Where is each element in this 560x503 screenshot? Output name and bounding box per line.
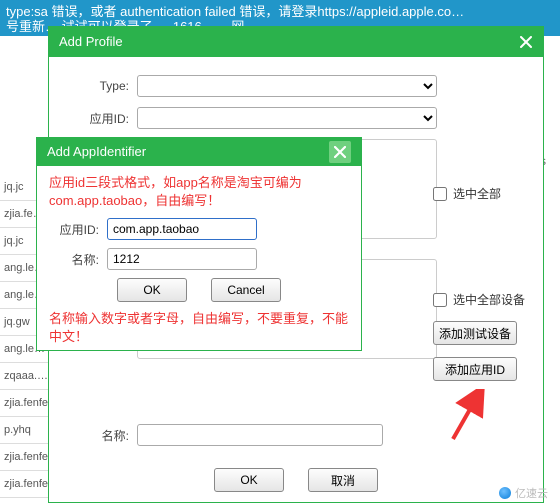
appid-name-label: 名称: [49, 251, 99, 268]
appid-buttons: OK Cancel [49, 278, 349, 302]
watermark-logo-icon [499, 487, 511, 499]
name-input[interactable] [137, 424, 383, 446]
appid-titlebar[interactable]: Add AppIdentifier [37, 138, 361, 166]
profile-ok-button[interactable]: OK [214, 468, 284, 492]
select-all-label: 选中全部 [453, 185, 501, 202]
select-all-dev-label: 选中全部设备 [453, 291, 525, 308]
profile-cancel-button[interactable]: 取消 [308, 468, 378, 492]
add-profile-titlebar[interactable]: Add Profile [49, 27, 543, 57]
type-select[interactable] [137, 75, 437, 97]
select-all-row[interactable]: 选中全部 [433, 185, 501, 202]
name-label: 名称: [69, 427, 129, 444]
annotation-arrow-icon [447, 389, 485, 441]
appid-name-input[interactable] [107, 248, 257, 270]
watermark: 亿速云 [499, 485, 548, 501]
select-all-dev-checkbox[interactable] [433, 293, 447, 307]
appid-cancel-button[interactable]: Cancel [211, 278, 281, 302]
appid-select[interactable] [137, 107, 437, 129]
profile-bottom-buttons: OK 取消 [49, 468, 543, 492]
appid-dialog-title: Add AppIdentifier [47, 138, 146, 166]
select-all-dev-row[interactable]: 选中全部设备 [433, 291, 525, 308]
appid-hint-top: 应用id三段式格式，如app名称是淘宝可编为com.app.taobao，自由编… [49, 174, 349, 210]
appid-label: 应用ID: [69, 110, 129, 127]
appid-input[interactable] [107, 218, 257, 240]
banner-line1: type:sa 错误，或者 authentication failed 错误，请… [6, 4, 554, 19]
add-appid-button[interactable]: 添加应用ID [433, 357, 517, 381]
appid-hint-bottom: 名称输入数字或者字母，自由编写，不要重复，不能中文！ [49, 310, 349, 346]
appid-ok-button[interactable]: OK [117, 278, 187, 302]
add-profile-title: Add Profile [59, 27, 123, 57]
close-icon[interactable] [519, 35, 533, 49]
select-all-checkbox[interactable] [433, 187, 447, 201]
add-test-device-button[interactable]: 添加测试设备 [433, 321, 517, 345]
type-label: Type: [69, 79, 129, 93]
watermark-text: 亿速云 [515, 485, 548, 501]
appid-field-label: 应用ID: [49, 221, 99, 238]
add-appidentifier-dialog: Add AppIdentifier 应用id三段式格式，如app名称是淘宝可编为… [36, 137, 362, 351]
close-icon[interactable] [329, 141, 351, 163]
